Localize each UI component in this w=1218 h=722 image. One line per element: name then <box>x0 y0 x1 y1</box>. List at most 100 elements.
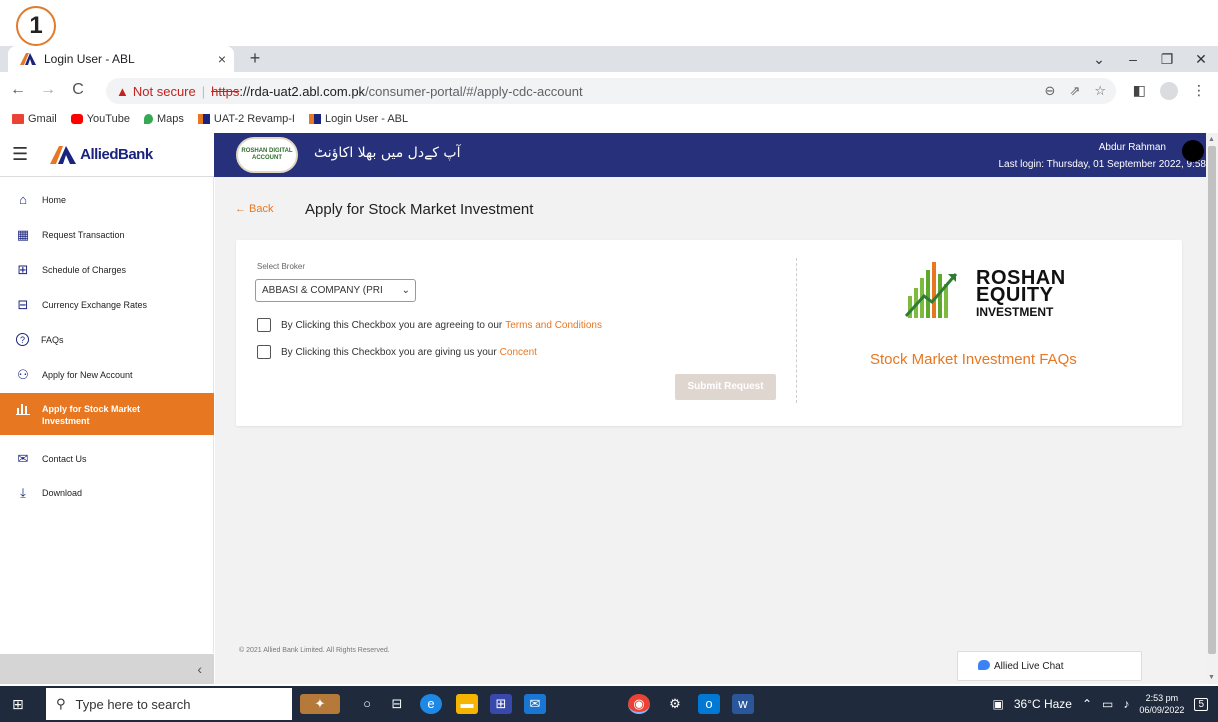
new-tab-button[interactable]: + <box>244 48 266 69</box>
back-link[interactable]: ← Back <box>235 203 274 215</box>
close-window-button[interactable]: ✕ <box>1184 46 1218 72</box>
bookmark-maps[interactable]: Maps <box>143 113 184 125</box>
outlook-icon[interactable]: o <box>698 694 720 714</box>
taskbar-clock[interactable]: 2:53 pm 06/09/2022 <box>1139 692 1184 716</box>
bookmark-login-user[interactable]: Login User - ABL <box>308 113 408 125</box>
url-protocol: https <box>211 83 240 99</box>
main-content: ← Back Apply for Stock Market Investment… <box>215 177 1206 684</box>
back-arrow-icon[interactable]: ← <box>6 81 30 99</box>
windows-start-icon[interactable]: ⊞ <box>12 696 24 713</box>
reload-icon[interactable]: C <box>66 81 90 99</box>
settings-gear-icon[interactable]: ⚙ <box>664 694 686 714</box>
sidebar-item-request-transaction[interactable]: ▦ Request Transaction <box>0 228 214 242</box>
submit-request-button[interactable]: Submit Request <box>675 374 776 400</box>
menu-dots-icon[interactable]: ⋮ <box>1192 82 1206 100</box>
chevron-left-icon[interactable]: ‹ <box>197 661 202 677</box>
scroll-down-icon[interactable]: ▼ <box>1208 674 1215 681</box>
maps-pin-icon <box>143 114 153 124</box>
word-icon[interactable]: w <box>732 694 754 714</box>
sidebar-item-home[interactable]: ⌂ Home <box>0 193 214 207</box>
terms-checkbox[interactable] <box>257 318 271 332</box>
sidebar-item-download[interactable]: ⤓ Download <box>0 485 214 500</box>
concent-link[interactable]: Concent <box>500 347 537 358</box>
bank-name: AlliedBank <box>80 146 153 163</box>
brand-area: ☰ AlliedBank <box>0 133 214 177</box>
stock-market-faqs-link[interactable]: Stock Market Investment FAQs <box>870 351 1077 368</box>
weather-text[interactable]: 36°C Haze <box>1014 697 1072 711</box>
mail-app-icon[interactable]: ✉ <box>524 694 546 714</box>
bookmark-gmail[interactable]: Gmail <box>12 113 57 125</box>
select-broker-label: Select Broker <box>257 262 306 271</box>
copyright-footer: © 2021 Allied Bank Limited. All Rights R… <box>239 647 390 654</box>
user-info: Abdur Rahman Last login: Thursday, 01 Se… <box>946 139 1206 173</box>
abl-favicon-icon <box>20 53 36 65</box>
sidebar-item-contact-us[interactable]: ✉ Contact Us <box>0 452 214 466</box>
restore-button[interactable]: ❐ <box>1150 46 1184 72</box>
scroll-up-icon[interactable]: ▲ <box>1208 136 1215 143</box>
hamburger-menu-icon[interactable]: ☰ <box>12 144 28 165</box>
sidebar-item-schedule-charges[interactable]: ⊞ Schedule of Charges <box>0 262 214 277</box>
omnibox-separator: | <box>201 83 206 99</box>
side-panel-icon[interactable]: ◧ <box>1133 82 1146 100</box>
sidebar-item-new-account[interactable]: ⚇ Apply for New Account <box>0 367 214 382</box>
terms-link[interactable]: Terms and Conditions <box>505 320 602 331</box>
window-controls: ⌄ – ❐ ✕ <box>1082 46 1218 72</box>
application-card: Select Broker ABBASI & COMPANY (PRI ⌄ By… <box>236 240 1182 426</box>
volume-icon[interactable]: ♪ <box>1123 697 1129 711</box>
warning-triangle-icon: ▲ <box>116 83 129 99</box>
windows-taskbar: ⊞ ⚲ Type here to search ✦ ○ ⊟ e ▬ ⊞ ✉ ◉ … <box>0 686 1218 722</box>
chrome-icon[interactable]: ◉ <box>628 694 650 714</box>
browser-tab-title: Login User - ABL <box>44 52 135 66</box>
network-icon[interactable]: ▭ <box>1102 697 1113 711</box>
minimize-button[interactable]: – <box>1116 46 1150 72</box>
address-bar[interactable]: ▲ Not secure | https ://rda-uat2.abl.com… <box>106 78 1116 104</box>
bookmark-uat2[interactable]: UAT-2 Revamp-I <box>197 113 295 125</box>
step-number-badge: 1 <box>16 6 56 46</box>
add-user-icon: ⚇ <box>17 367 29 382</box>
bank-icon: ⊟ <box>17 297 29 312</box>
broker-select[interactable]: ABBASI & COMPANY (PRI ⌄ <box>255 279 416 302</box>
user-name[interactable]: Abdur Rahman <box>946 139 1206 156</box>
bookmark-youtube[interactable]: YouTube <box>70 113 130 125</box>
scrollbar-thumb[interactable] <box>1208 146 1216 654</box>
edge-icon[interactable]: e <box>420 694 442 714</box>
bookmark-star-icon[interactable]: ☆ <box>1094 83 1106 99</box>
toolbar-right: ◧ ⋮ <box>1133 82 1206 100</box>
live-chat-widget[interactable]: Allied Live Chat <box>957 651 1142 681</box>
tab-close-icon[interactable]: × <box>210 51 234 67</box>
notification-count-badge[interactable]: 5 <box>1194 697 1208 711</box>
sidebar-item-faqs[interactable]: ? FAQs <box>0 333 214 346</box>
task-view-icon[interactable]: ⊟ <box>386 694 408 714</box>
url-path: /consumer-portal/#/apply-cdc-account <box>365 83 583 99</box>
grid-icon: ⊞ <box>17 262 29 277</box>
file-explorer-icon[interactable]: ▬ <box>456 694 478 714</box>
tray-overflow-icon[interactable]: ⌃ <box>1082 697 1092 711</box>
sidebar-nav: ⌂ Home ▦ Request Transaction ⊞ Schedule of … <box>0 177 214 653</box>
taskbar-search[interactable]: ⚲ Type here to search <box>46 688 292 720</box>
question-circle-icon: ? <box>16 333 29 346</box>
bar-chart-icon <box>16 401 30 415</box>
sidebar-collapse-bar[interactable]: ‹ <box>0 654 214 684</box>
profile-avatar-icon[interactable] <box>1160 82 1178 100</box>
sidebar-item-stock-market[interactable]: Apply for Stock Market Investment <box>0 393 214 435</box>
cortana-icon[interactable]: ○ <box>356 694 378 714</box>
card-divider <box>796 258 797 403</box>
sidebar-item-currency-rates[interactable]: ⊟ Currency Exchange Rates <box>0 297 214 312</box>
urdu-tagline: آپ کےدل میں بھلا اکاؤنٹ <box>314 145 461 161</box>
tab-search-icon[interactable]: ⌄ <box>1082 46 1116 72</box>
store-icon[interactable]: ⊞ <box>490 694 512 714</box>
share-icon[interactable]: ⇗ <box>1069 83 1080 99</box>
download-icon: ⤓ <box>20 485 26 500</box>
weather-icon[interactable]: ▣ <box>992 697 1003 711</box>
gmail-icon <box>12 114 24 124</box>
browser-tab[interactable]: Login User - ABL × <box>8 46 234 72</box>
user-avatar[interactable] <box>1182 140 1204 162</box>
concent-checkbox-row: By Clicking this Checkbox you are giving… <box>257 345 537 359</box>
rda-logo: ROSHAN DIGITAL ACCOUNT <box>236 137 298 173</box>
concent-checkbox[interactable] <box>257 345 271 359</box>
forward-arrow-icon[interactable]: → <box>36 81 60 99</box>
squirrel-widget-icon[interactable]: ✦ <box>300 694 340 714</box>
last-login: Last login: Thursday, 01 September 2022,… <box>998 159 1206 170</box>
zoom-icon[interactable]: ⊖ <box>1045 83 1056 99</box>
terms-checkbox-row: By Clicking this Checkbox you are agreei… <box>257 318 602 332</box>
